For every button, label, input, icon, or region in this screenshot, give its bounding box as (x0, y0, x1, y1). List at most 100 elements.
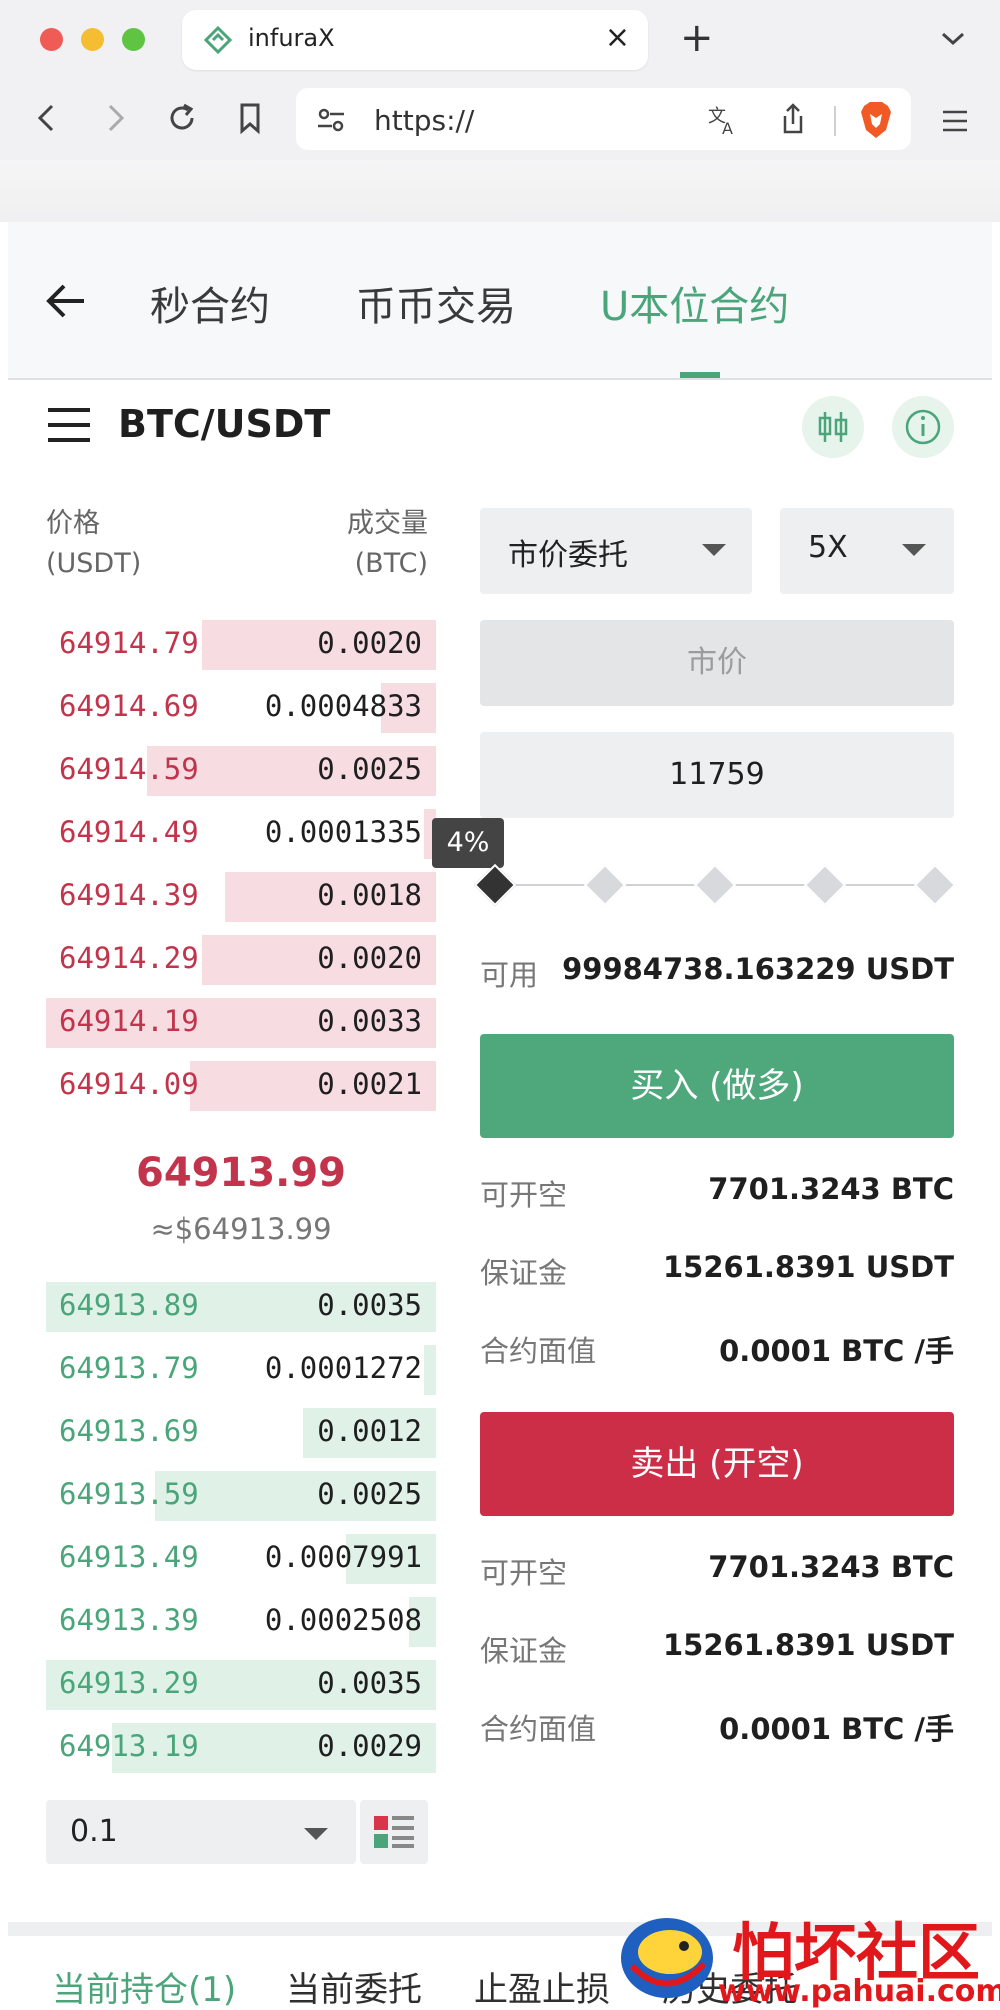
depth-precision-select[interactable]: 0.1 (46, 1800, 356, 1864)
bid-quantity: 0.0002508 (264, 1603, 422, 1637)
available-balance: 可用 99984738.163229 USDT (480, 948, 954, 992)
bid-row[interactable]: 64913.49 0.0007991 (46, 1534, 436, 1584)
ask-row[interactable]: 64914.49 0.0001335 (46, 809, 436, 859)
pair-menu-icon[interactable] (46, 406, 92, 444)
ask-price: 64914.49 (59, 815, 199, 849)
ask-row[interactable]: 64914.19 0.0033 (46, 998, 436, 1048)
bid-quantity: 0.0007991 (264, 1540, 422, 1574)
trading-app: 秒合约 币币交易 U本位合约 BTC/USDT 价格 (USDT) 成交量 (B… (8, 222, 992, 2010)
bid-price: 64913.49 (59, 1540, 199, 1574)
bid-quantity: 0.0029 (317, 1729, 422, 1763)
ask-row[interactable]: 64914.79 0.0020 (46, 620, 436, 670)
info-button[interactable] (892, 396, 954, 458)
bid-depth-bar (424, 1345, 436, 1395)
chevron-down-icon[interactable] (938, 26, 968, 50)
bid-quantity: 0.0035 (317, 1288, 422, 1322)
new-tab-icon[interactable]: + (680, 16, 714, 60)
maximize-window-icon[interactable] (122, 28, 145, 51)
url-text: https:// (374, 104, 475, 137)
sell-info-label: 合约面值 (480, 1712, 597, 1746)
ask-quantity: 0.0025 (317, 752, 422, 786)
back-arrow-icon[interactable] (44, 282, 88, 320)
sell-info-value: 7701.3243 BTC (708, 1550, 954, 1584)
tab-title: infuraX (248, 24, 335, 52)
ask-quantity: 0.0001335 (264, 815, 422, 849)
share-icon[interactable] (776, 102, 810, 136)
tab-current-positions[interactable]: 当前持仓(1) (52, 1962, 236, 2010)
slider-step-50[interactable] (693, 863, 737, 907)
svg-text:A: A (722, 119, 733, 136)
order-type-value: 市价委托 (508, 538, 628, 573)
bid-row[interactable]: 64913.69 0.0012 (46, 1408, 436, 1458)
browser-tab[interactable]: infuraX × (182, 10, 648, 70)
candlestick-icon (818, 412, 848, 442)
price-unit: (USDT) (46, 548, 142, 579)
bid-row[interactable]: 64913.79 0.0001272 (46, 1345, 436, 1395)
close-window-icon[interactable] (40, 28, 63, 51)
bid-row[interactable]: 64913.29 0.0035 (46, 1660, 436, 1710)
orderbook-mode-button[interactable] (360, 1800, 428, 1864)
slider-handle[interactable] (473, 863, 517, 907)
bid-row[interactable]: 64913.89 0.0035 (46, 1282, 436, 1332)
bid-row[interactable]: 64913.19 0.0029 (46, 1723, 436, 1773)
slider-step-75[interactable] (803, 863, 847, 907)
ask-price: 64914.39 (59, 878, 199, 912)
sell-info-row: 可开空 7701.3243 BTC (480, 1546, 954, 1590)
watermark: 怕坏社区 www.pahuai.com (612, 1902, 1000, 2010)
tab-seconds-contract[interactable]: 秒合约 (150, 274, 270, 332)
brave-shield-icon[interactable] (858, 100, 894, 140)
ask-row[interactable]: 64914.59 0.0025 (46, 746, 436, 796)
ask-quantity: 0.0021 (317, 1067, 422, 1101)
tab-usdt-futures[interactable]: U本位合约 (600, 274, 789, 332)
forward-icon[interactable] (96, 100, 132, 136)
orderbook-header: 价格 (USDT) 成交量 (BTC) (46, 504, 428, 594)
ask-row[interactable]: 64914.69 0.0004833 (46, 683, 436, 733)
price-input[interactable]: 市价 (480, 620, 954, 706)
trading-pair[interactable]: BTC/USDT (118, 402, 330, 446)
sell-info-row: 合约面值 0.0001 BTC /手 (480, 1702, 954, 1746)
bid-row[interactable]: 64913.59 0.0025 (46, 1471, 436, 1521)
order-type-select[interactable]: 市价委托 (480, 508, 752, 594)
bid-price: 64913.79 (59, 1351, 199, 1385)
tab-spot-trading[interactable]: 币币交易 (356, 274, 516, 332)
minimize-window-icon[interactable] (81, 28, 104, 51)
menu-icon[interactable] (940, 108, 970, 134)
slider-step-100[interactable] (913, 863, 957, 907)
last-price: 64913.99 (135, 1150, 347, 1196)
toolbar-divider (834, 106, 836, 136)
ask-row[interactable]: 64914.29 0.0020 (46, 935, 436, 985)
qty-header: 成交量 (347, 508, 428, 539)
tab-current-orders[interactable]: 当前委托 (286, 1962, 422, 2010)
caret-down-icon (304, 1828, 328, 1840)
site-settings-icon[interactable] (316, 106, 346, 134)
back-icon[interactable] (30, 100, 66, 136)
bid-quantity: 0.0025 (317, 1477, 422, 1511)
available-value: 99984738.163229 USDT (562, 952, 954, 986)
close-tab-icon[interactable]: × (605, 20, 630, 56)
bid-price: 64913.29 (59, 1666, 199, 1700)
ask-quantity: 0.0033 (317, 1004, 422, 1038)
address-bar[interactable]: https:// 文 A (296, 88, 911, 150)
bid-quantity: 0.0035 (317, 1666, 422, 1700)
sell-short-button[interactable]: 卖出 (开空) (480, 1412, 954, 1516)
buy-info-row: 保证金 15261.8391 USDT (480, 1246, 954, 1290)
bid-quantity: 0.0012 (317, 1414, 422, 1448)
ask-price: 64914.09 (59, 1067, 199, 1101)
amount-input[interactable]: 11759 (480, 732, 954, 818)
bid-row[interactable]: 64913.39 0.0002508 (46, 1597, 436, 1647)
orderbook-layout-icon (374, 1816, 414, 1848)
kline-chart-button[interactable] (802, 396, 864, 458)
watermark-logo-icon (621, 1918, 713, 1998)
leverage-select[interactable]: 5X (780, 508, 954, 594)
ask-row[interactable]: 64914.39 0.0018 (46, 872, 436, 922)
browser-chrome: infuraX × + https:// 文 A (0, 0, 1000, 222)
buy-long-button[interactable]: 买入 (做多) (480, 1034, 954, 1138)
bookmark-icon[interactable] (232, 100, 268, 136)
slider-step-25[interactable] (583, 863, 627, 907)
available-label: 可用 (480, 958, 539, 992)
ask-row[interactable]: 64914.09 0.0021 (46, 1061, 436, 1111)
translate-icon[interactable]: 文 A (706, 102, 740, 136)
sell-info-value: 15261.8391 USDT (662, 1628, 954, 1662)
reload-icon[interactable] (164, 100, 200, 136)
tab-tp-sl[interactable]: 止盈止损 (474, 1962, 610, 2010)
